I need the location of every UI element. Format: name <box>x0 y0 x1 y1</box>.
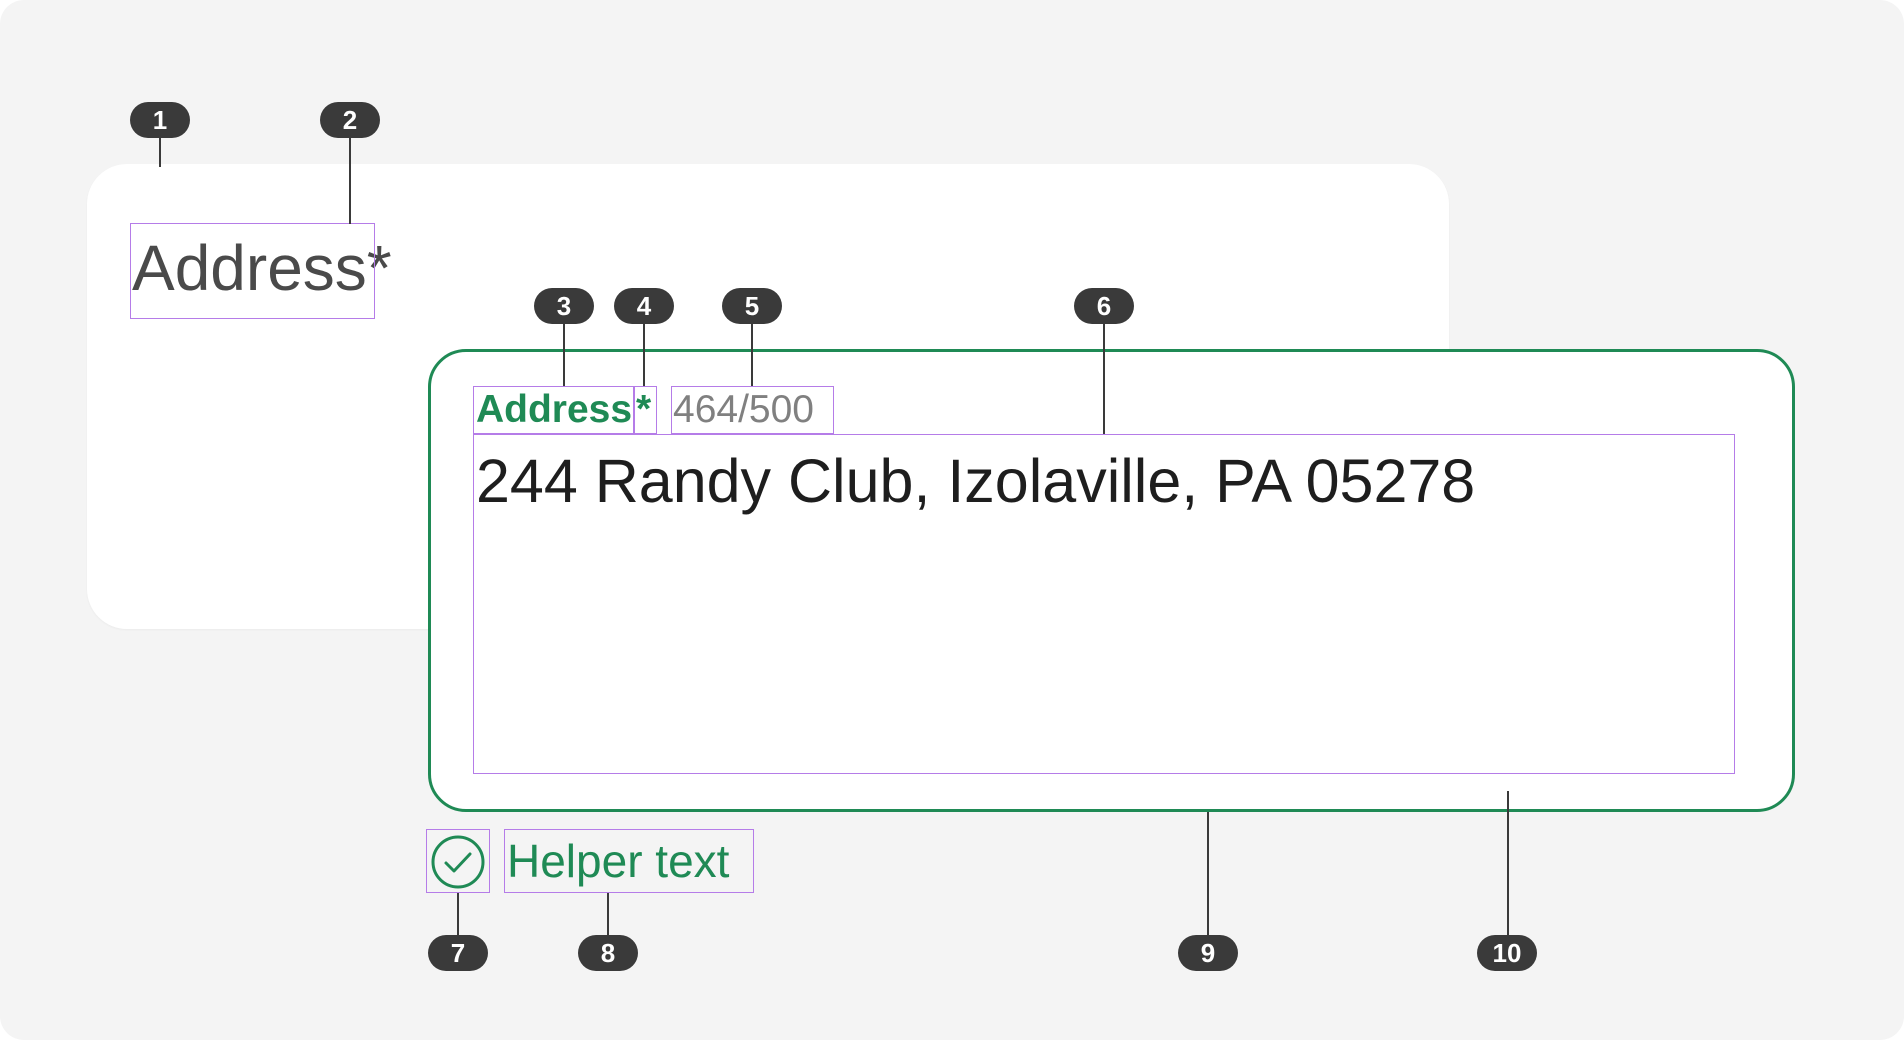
counter-outline <box>671 386 834 434</box>
input-area-outline <box>473 434 1735 774</box>
callout-marker-5: 5 <box>722 288 782 324</box>
callout-marker-6: 6 <box>1074 288 1134 324</box>
leader-line-2 <box>349 137 351 224</box>
callout-marker-10: 10 <box>1477 935 1537 971</box>
callout-marker-9: 9 <box>1178 935 1238 971</box>
callout-marker-7: 7 <box>428 935 488 971</box>
required-outline <box>634 386 657 434</box>
placeholder-label-outline <box>130 223 375 319</box>
leader-line-6 <box>1103 323 1105 434</box>
leader-line-4 <box>643 323 645 386</box>
callout-marker-4: 4 <box>614 288 674 324</box>
leader-line-10 <box>1507 791 1509 937</box>
helper-text-outline <box>504 829 754 893</box>
leader-line-8 <box>607 893 609 937</box>
leader-line-1 <box>159 137 161 167</box>
callout-marker-1: 1 <box>130 102 190 138</box>
leader-line-9 <box>1207 812 1209 937</box>
callout-marker-8: 8 <box>578 935 638 971</box>
anatomy-diagram: Address* Address * 464/500 244 Randy Clu… <box>0 0 1904 1040</box>
callout-marker-3: 3 <box>534 288 594 324</box>
icon-outline <box>426 829 490 893</box>
leader-line-5 <box>751 323 753 386</box>
leader-line-7 <box>457 893 459 937</box>
callout-marker-2: 2 <box>320 102 380 138</box>
label-outline <box>473 386 634 434</box>
leader-line-3 <box>563 323 565 386</box>
